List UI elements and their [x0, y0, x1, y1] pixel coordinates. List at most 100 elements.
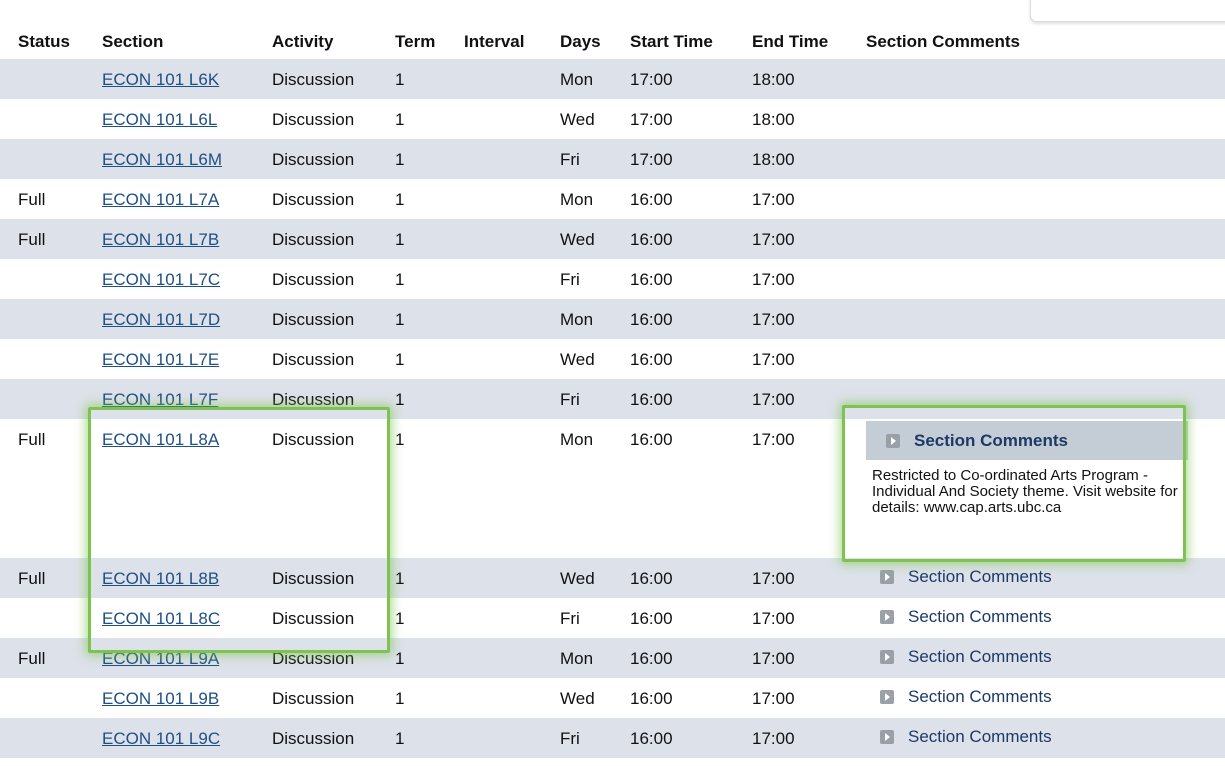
section-comments-label: Section Comments	[908, 727, 1052, 746]
days-text-cell: Wed	[560, 219, 630, 259]
header-end-time[interactable]: End Time	[752, 25, 866, 59]
end-time-text-cell: 17:00	[752, 678, 866, 718]
table-row: Full ECON 101 L8B Discussion 1 Wed 16:00 17:00…	[0, 558, 1225, 598]
interval-text-cell	[464, 558, 560, 598]
start-time-text-cell: 16:00	[630, 638, 752, 678]
header-activity[interactable]: Activity	[272, 25, 395, 59]
status-text-cell: Full	[0, 558, 102, 598]
interval-text	[464, 718, 560, 729]
status-text: Full	[18, 230, 46, 249]
section-link[interactable]: ECON 101 L7C	[102, 270, 220, 289]
activity-text-cell: Discussion	[272, 558, 395, 598]
interval-text	[464, 419, 560, 430]
section-link[interactable]: ECON 101 L9B	[102, 689, 219, 708]
header-section-comments[interactable]: Section Comments	[866, 25, 1225, 59]
status-text	[18, 299, 102, 310]
end-time-text: 18:00	[752, 110, 795, 129]
activity-text-cell: Discussion	[272, 139, 395, 179]
section-link[interactable]: ECON 101 L7D	[102, 310, 220, 329]
status-text-cell	[0, 678, 102, 718]
activity-text-cell: Discussion	[272, 219, 395, 259]
section-comments-panel: Section Comments Restricted to Co-ordinat…	[866, 421, 1188, 516]
section-comments-cell	[866, 379, 1225, 419]
activity-text: Discussion	[272, 190, 355, 209]
section-link[interactable]: ECON 101 L7A	[102, 190, 219, 209]
end-time-text: 17:00	[752, 569, 795, 588]
table-row: ECON 101 L7D Discussion 1 Mon 16:00 17:00	[0, 299, 1225, 339]
status-text: Full	[18, 430, 46, 449]
section-comments-cell: Section Comments	[866, 558, 1225, 598]
interval-text-cell	[464, 179, 560, 219]
status-text-cell: Full	[0, 638, 102, 678]
section-comments-toggle[interactable]: Section Comments	[866, 718, 1225, 747]
expand-arrow-icon	[880, 730, 894, 744]
activity-text: Discussion	[272, 150, 355, 169]
section-link[interactable]: ECON 101 L6K	[102, 70, 219, 89]
section-link[interactable]: ECON 101 L7F	[102, 390, 218, 409]
interval-text	[464, 638, 560, 649]
header-term[interactable]: Term	[395, 25, 464, 59]
section-link[interactable]: ECON 101 L9A	[102, 649, 219, 668]
activity-text-cell: Discussion	[272, 379, 395, 419]
end-time-text-cell: 18:00	[752, 99, 866, 139]
activity-text: Discussion	[272, 230, 355, 249]
end-time-text-cell: 17:00	[752, 339, 866, 379]
header-status[interactable]: Status	[0, 25, 102, 59]
term-text-cell: 1	[395, 99, 464, 139]
header-start-time[interactable]: Start Time	[630, 25, 752, 59]
header-section[interactable]: Section	[102, 25, 272, 59]
table-row: ECON 101 L6K Discussion 1 Mon 17:00 18:00	[0, 59, 1225, 99]
interval-text-cell	[464, 139, 560, 179]
status-text	[18, 339, 102, 350]
section-cell: ECON 101 L8C	[102, 598, 272, 638]
activity-text-cell: Discussion	[272, 59, 395, 99]
section-link[interactable]: ECON 101 L8B	[102, 569, 219, 588]
section-link[interactable]: ECON 101 L6L	[102, 110, 217, 129]
activity-text: Discussion	[272, 569, 355, 588]
interval-text-cell	[464, 59, 560, 99]
expand-arrow-icon	[886, 433, 900, 448]
start-time-text-cell: 16:00	[630, 179, 752, 219]
section-cell: ECON 101 L8B	[102, 558, 272, 598]
start-time-text: 16:00	[630, 230, 673, 249]
status-text	[18, 718, 102, 729]
start-time-text-cell: 16:00	[630, 259, 752, 299]
activity-text-cell: Discussion	[272, 99, 395, 139]
section-link[interactable]: ECON 101 L7B	[102, 230, 219, 249]
days-text-cell: Mon	[560, 419, 630, 558]
status-text-cell	[0, 339, 102, 379]
end-time-text-cell: 18:00	[752, 59, 866, 99]
section-link[interactable]: ECON 101 L6M	[102, 150, 222, 169]
term-text: 1	[395, 729, 405, 748]
header-interval[interactable]: Interval	[464, 25, 560, 59]
days-text: Mon	[560, 310, 594, 329]
section-comments-toggle[interactable]: Section Comments	[866, 598, 1225, 627]
section-link[interactable]: ECON 101 L9C	[102, 729, 220, 748]
status-text-cell	[0, 259, 102, 299]
status-text	[18, 678, 102, 689]
interval-text-cell	[464, 219, 560, 259]
section-link[interactable]: ECON 101 L7E	[102, 350, 219, 369]
section-comments-toggle[interactable]: Section Comments	[866, 558, 1225, 587]
start-time-text: 16:00	[630, 390, 673, 409]
activity-text-cell: Discussion	[272, 678, 395, 718]
table-row: ECON 101 L9B Discussion 1 Wed 16:00 17:00 Sect…	[0, 678, 1225, 718]
term-text: 1	[395, 569, 405, 588]
end-time-text: 18:00	[752, 150, 795, 169]
interval-text-cell	[464, 339, 560, 379]
section-comments-toggle[interactable]: Section Comments	[866, 678, 1225, 707]
section-link[interactable]: ECON 101 L8C	[102, 609, 220, 628]
section-link[interactable]: ECON 101 L8A	[102, 430, 219, 449]
section-comments-cell	[866, 59, 1225, 99]
header-days[interactable]: Days	[560, 25, 630, 59]
section-comments-collapse-toggle[interactable]: Section Comments	[866, 421, 1188, 460]
section-comments-cell	[866, 219, 1225, 259]
days-text: Wed	[560, 569, 595, 588]
end-time-text: 18:00	[752, 70, 795, 89]
activity-text: Discussion	[272, 390, 355, 409]
start-time-text-cell: 16:00	[630, 718, 752, 758]
start-time-text-cell: 16:00	[630, 419, 752, 558]
section-comments-cell	[866, 339, 1225, 379]
section-comments-toggle[interactable]: Section Comments	[866, 638, 1225, 667]
table-row: Full ECON 101 L8A Discussion 1 Mon 16:00 17:00…	[0, 419, 1225, 558]
